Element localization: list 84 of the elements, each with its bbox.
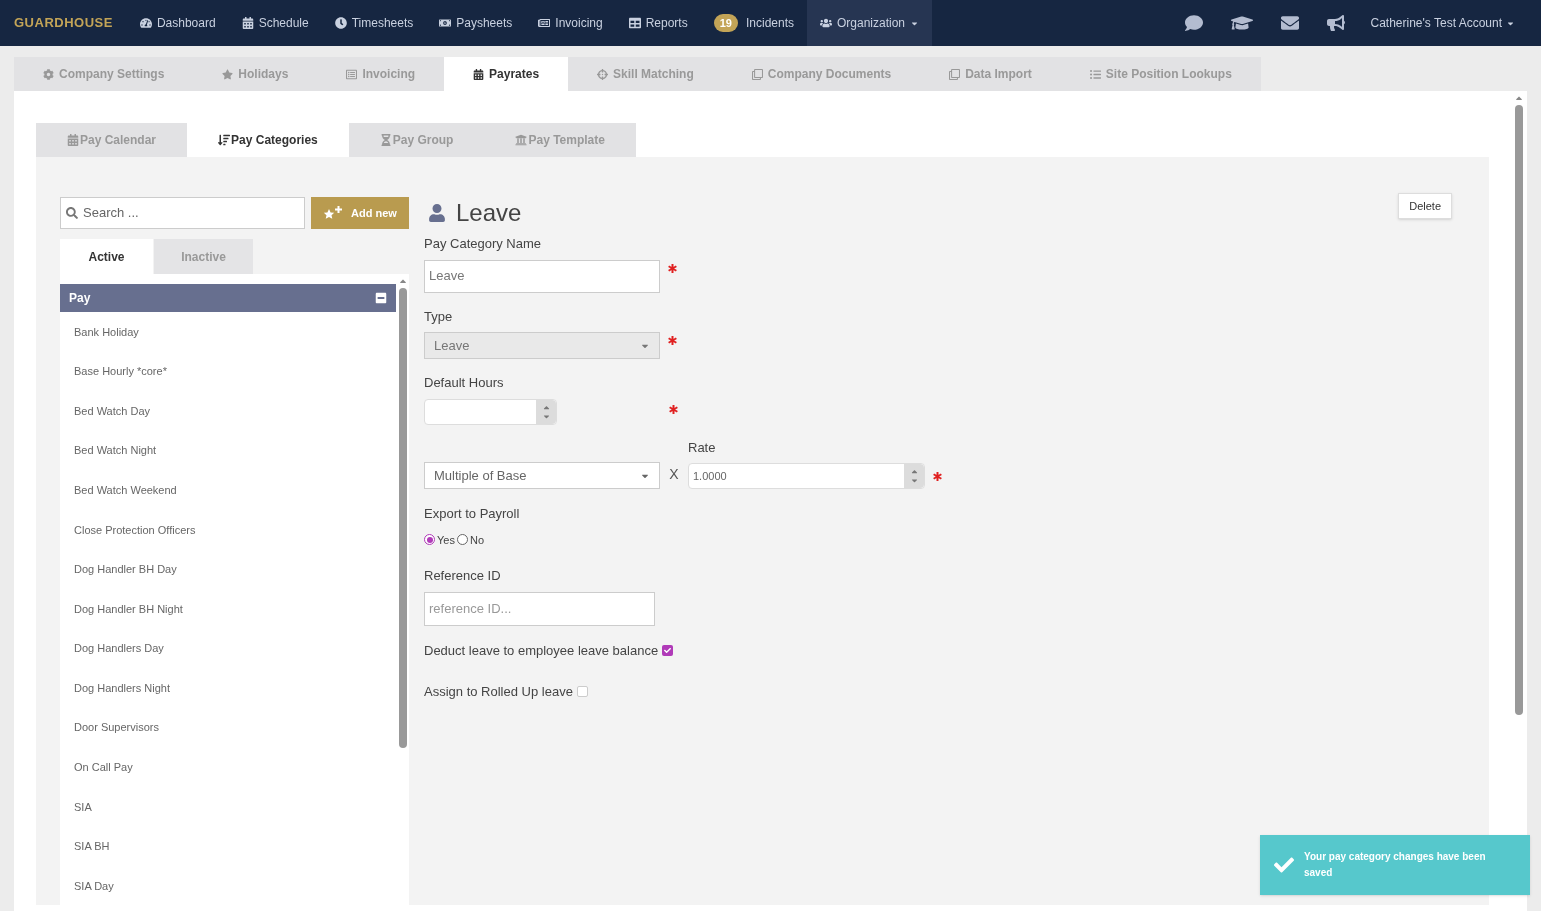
nav-item[interactable]: Timesheets xyxy=(321,0,427,46)
collapse-icon xyxy=(375,292,387,304)
list-icon xyxy=(1089,68,1101,80)
mail-icon xyxy=(1280,14,1299,32)
nav-item[interactable]: Reports xyxy=(615,0,701,46)
bank-icon xyxy=(515,134,528,146)
success-toast: Your pay category changes have been saved xyxy=(1260,835,1530,895)
copy-icon xyxy=(949,68,961,80)
spinner-icon[interactable] xyxy=(904,464,924,488)
field-label: Assign to Rolled Up leave xyxy=(424,683,573,701)
category-item[interactable]: Dog Handlers Day xyxy=(60,628,396,669)
category-item[interactable]: SIA xyxy=(60,787,396,827)
calendar-icon xyxy=(241,17,254,29)
category-item[interactable]: Bank Holiday xyxy=(60,312,396,352)
check-icon xyxy=(1274,855,1294,875)
settings-tab[interactable]: Payrates xyxy=(444,57,569,91)
name-field[interactable]: Leave xyxy=(424,259,660,293)
rate-field[interactable]: 1.0000 xyxy=(688,463,925,489)
status-tab[interactable]: Active xyxy=(60,239,153,274)
gauge-icon xyxy=(139,17,152,29)
table-icon xyxy=(628,17,641,29)
nav-item[interactable]: Organization xyxy=(807,0,933,46)
deduct-checkbox[interactable] xyxy=(662,644,674,656)
account-menu[interactable]: Catherine's Test Account xyxy=(1370,0,1515,46)
delete-button[interactable]: Delete xyxy=(1398,193,1452,219)
sort-icon xyxy=(218,134,231,146)
list-icon xyxy=(346,68,358,80)
card-icon xyxy=(538,17,551,29)
rolled-up-checkbox[interactable] xyxy=(576,686,588,698)
users-icon xyxy=(820,17,832,29)
banknote-icon xyxy=(439,17,452,29)
nav-item[interactable]: Schedule xyxy=(228,0,322,46)
reference-field[interactable]: reference ID... xyxy=(424,591,655,626)
times-sign: X xyxy=(668,465,680,484)
nav-item[interactable]: Dashboard xyxy=(126,0,229,46)
gear-icon xyxy=(43,68,54,80)
star-plus-icon xyxy=(323,206,344,220)
search-icon xyxy=(66,207,78,219)
category-item[interactable]: On Call Pay xyxy=(60,747,396,788)
calendar-icon xyxy=(473,68,485,80)
field-label: Export to Payroll xyxy=(424,505,521,523)
nav-item[interactable]: 19 Incidents xyxy=(700,0,807,46)
field-label: Type xyxy=(424,307,454,326)
clock-icon xyxy=(334,17,347,29)
search-field[interactable]: Search ... xyxy=(60,197,305,229)
radio-option[interactable]: Yes xyxy=(424,531,455,548)
count-badge: 19 xyxy=(713,13,738,33)
copy-icon xyxy=(751,68,763,80)
radio-option[interactable]: No xyxy=(456,531,484,548)
category-item[interactable]: Bed Watch Day xyxy=(60,391,396,431)
category-item[interactable]: Dog Handler BH Day xyxy=(60,549,396,590)
group-header[interactable]: Pay xyxy=(60,284,396,312)
asterisk-icon xyxy=(668,336,677,345)
megaphone-icon xyxy=(1326,14,1345,32)
field-label: Default Hours xyxy=(424,374,505,392)
hourglass-icon xyxy=(379,134,392,146)
asterisk-icon xyxy=(669,404,678,414)
spinner-icon[interactable] xyxy=(536,399,556,424)
calendar-icon xyxy=(67,134,79,146)
category-item[interactable]: Dog Handlers Night xyxy=(60,668,396,708)
category-item[interactable]: Bed Watch Weekend xyxy=(60,470,396,510)
star-icon xyxy=(222,68,234,80)
category-item[interactable]: SIA BH xyxy=(60,826,396,867)
rate-basis-select[interactable]: Multiple of Base xyxy=(424,462,660,489)
chat-icon xyxy=(1184,14,1203,32)
asterisk-icon xyxy=(668,263,677,273)
category-item[interactable]: SIA Day xyxy=(60,866,396,905)
user-icon xyxy=(428,204,446,222)
category-item[interactable]: Door Supervisors xyxy=(60,707,396,748)
hours-field[interactable] xyxy=(424,398,557,425)
category-item[interactable]: Close Protection Officers xyxy=(60,509,396,550)
field-label: Rate xyxy=(688,438,717,457)
brand-logo[interactable]: GUARDHOUSE xyxy=(14,13,113,33)
field-label: Deduct leave to employee leave balance xyxy=(424,641,659,660)
crosshair-icon xyxy=(597,68,609,80)
asterisk-icon xyxy=(933,472,942,481)
category-item[interactable]: Base Hourly *core* xyxy=(60,351,396,392)
nav-item[interactable]: Invoicing xyxy=(525,0,616,46)
field-label: Reference ID xyxy=(424,567,502,585)
category-title: Leave xyxy=(456,198,522,228)
category-item[interactable]: Bed Watch Night xyxy=(60,430,396,471)
nav-item[interactable]: Paysheets xyxy=(426,0,526,46)
category-item[interactable]: Dog Handler BH Night xyxy=(60,589,396,629)
field-label: Pay Category Name xyxy=(424,235,543,253)
